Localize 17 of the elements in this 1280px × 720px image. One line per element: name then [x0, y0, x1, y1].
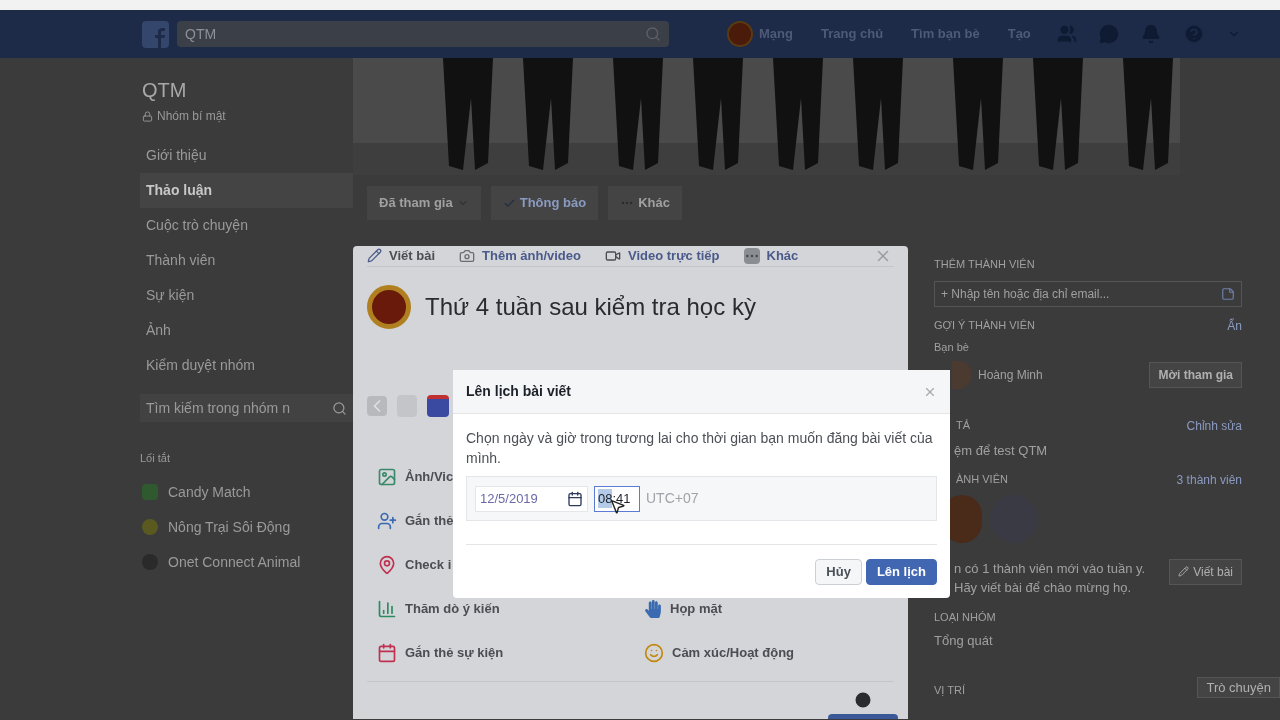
post-text: Thứ 4 tuần sau kiểm tra học kỳ	[425, 291, 756, 322]
group-type: Tổng quát	[933, 632, 994, 650]
section-title: ÀNH VIÊN	[956, 471, 1008, 487]
section-title: GỢI Ý THÀNH VIÊN	[934, 317, 1035, 333]
section-title: TẢ	[956, 418, 971, 433]
members-note: n có 1 thành viên mới vào tuần y. Hãy viết bài để chào mừng họ.	[954, 559, 1147, 597]
dialog-title: Lên lịch bài viết	[466, 382, 572, 401]
section-title: Lối tắt	[140, 451, 171, 466]
dialog-text: Chọn ngày và giờ trong tương lai cho thời gian bạn muốn đăng bài viết của mình.	[465, 429, 934, 468]
section-title: LOẠI NHÓM	[933, 609, 997, 625]
group-name: QTM	[141, 78, 188, 103]
section-title: VỊ TRÍ	[934, 682, 965, 698]
subsection-title: Bạn bè	[933, 339, 970, 355]
description-text: ệm để test QTM	[953, 442, 1049, 460]
section-title: THÊM THÀNH VIÊN	[933, 257, 1036, 272]
timezone-label: UTC+07	[646, 489, 699, 508]
privacy-label: Nhóm bí mật	[157, 108, 226, 124]
